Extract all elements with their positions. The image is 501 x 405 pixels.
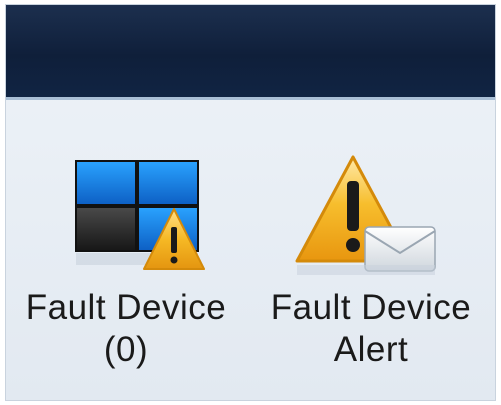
title-bar	[6, 5, 495, 100]
toolbar: Fault Device (0) Fault Device Alert	[6, 100, 495, 400]
app-window: Fault Device (0) Fault Device Alert	[5, 4, 496, 401]
fault-device-label: Fault Device (0)	[6, 287, 246, 371]
fault-device-label-line1: Fault Device	[25, 288, 227, 327]
fault-device-alert-button[interactable]: Fault Device Alert	[251, 135, 491, 385]
warning-envelope-icon	[291, 153, 451, 288]
fault-device-alert-label-line2: Alert	[333, 330, 409, 369]
monitor-grid-warning-icon	[46, 153, 206, 288]
fault-device-alert-label-line1: Fault Device	[270, 288, 472, 327]
fault-device-button[interactable]: Fault Device (0)	[6, 135, 246, 385]
fault-device-count: (0)	[103, 330, 149, 369]
fault-device-alert-label: Fault Device Alert	[251, 287, 491, 371]
